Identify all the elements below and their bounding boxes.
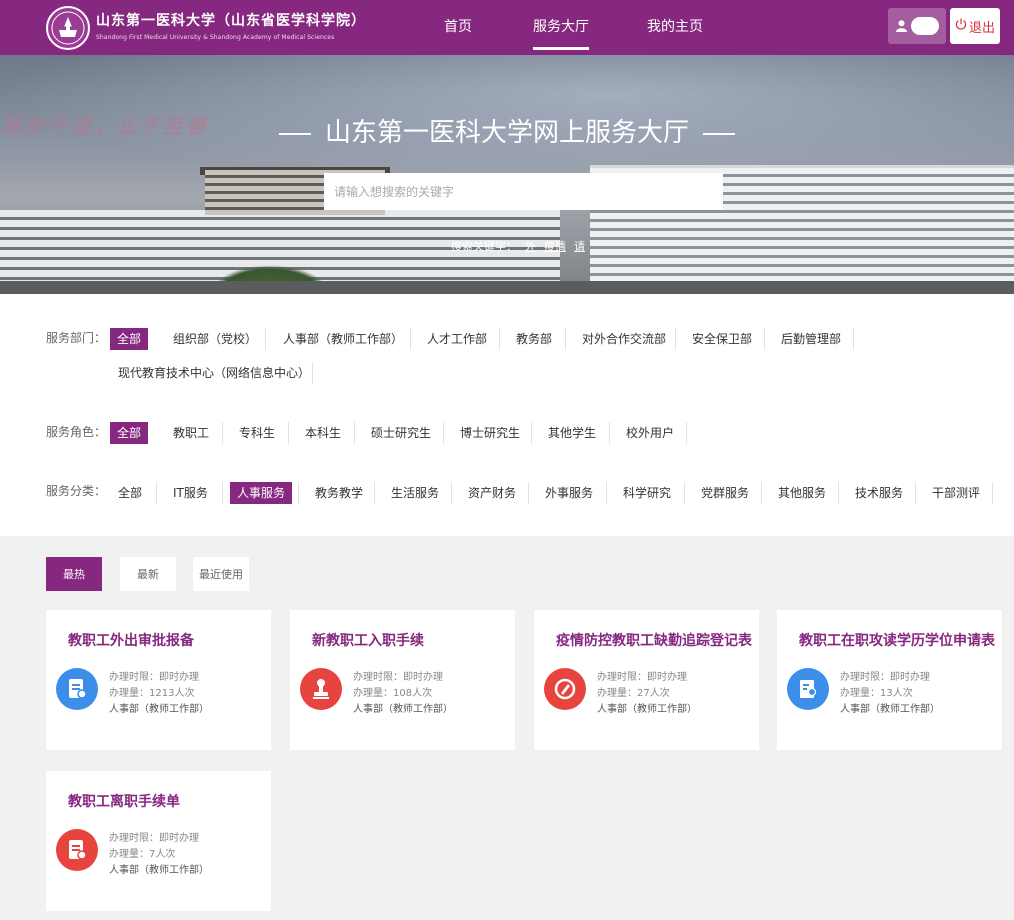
sort-tab-recent[interactable]: 最近使用 (193, 557, 249, 591)
sort-tab-newest[interactable]: 最新 (120, 557, 176, 591)
logout-button[interactable]: 退出 (950, 8, 1000, 44)
user-button[interactable] (888, 8, 946, 44)
role-option[interactable]: 博士研究生 (460, 422, 520, 444)
role-option[interactable]: 教职工 (173, 422, 209, 444)
role-option[interactable]: 专科生 (239, 422, 275, 444)
role-option[interactable]: 全部 (110, 422, 149, 444)
department-filter-label: 服务部门： (46, 331, 107, 345)
role-option[interactable]: 硕士研究生 (371, 422, 431, 444)
category-option[interactable]: 科学研究 (623, 482, 671, 504)
stamp-icon (300, 668, 342, 710)
department-option[interactable]: 现代教育技术中心（网络信息中心） (118, 362, 310, 384)
top-header: 山东第一医科大学（山东省医学科学院） Shandong First Medica… (0, 0, 1014, 55)
power-icon (955, 18, 967, 34)
service-card[interactable]: 教职工离职手续单 办理时限：即时办理 办理量：7人次 人事部（教师工作部） (46, 771, 271, 911)
department-option[interactable]: 全部 (110, 328, 149, 350)
role-filter-label: 服务角色： (46, 425, 107, 439)
category-option[interactable]: 生活服务 (391, 482, 439, 504)
category-option[interactable]: 外事服务 (545, 482, 593, 504)
category-option[interactable]: 教务教学 (315, 482, 363, 504)
nav-my-home[interactable]: 我的主页 (647, 16, 703, 36)
logout-label: 退出 (968, 20, 995, 36)
card-meta: 办理时限：即时办理 办理量：108人次 人事部（教师工作部） (353, 672, 453, 715)
card-meta: 办理时限：即时办理 办理量：27人次 人事部（教师工作部） (597, 672, 697, 715)
nav-service-hall[interactable]: 服务大厅 (533, 16, 589, 50)
search-keywords: 搜索关键字： 外疫情请 (451, 238, 585, 254)
sort-tab-hottest[interactable]: 最热 (46, 557, 102, 591)
role-option[interactable]: 校外用户 (626, 422, 674, 444)
card-meta: 办理时限：即时办理 办理量：1213人次 人事部（教师工作部） (109, 672, 209, 715)
keyword-link[interactable]: 疫情 (544, 240, 566, 253)
role-option[interactable]: 其他学生 (548, 422, 596, 444)
document-edit-icon (56, 829, 98, 871)
card-meta: 办理时限：即时办理 办理量：13人次 人事部（教师工作部） (840, 672, 940, 715)
department-option[interactable]: 人才工作部 (427, 328, 487, 350)
category-option[interactable]: 资产财务 (468, 482, 516, 504)
card-meta: 办理时限：即时办理 办理量：7人次 人事部（教师工作部） (109, 833, 209, 876)
card-title: 新教职工入职手续 (312, 633, 424, 649)
certificate-icon (787, 668, 829, 710)
brand-name-cn: 山东第一医科大学（山东省医学科学院） (96, 13, 366, 29)
department-option[interactable]: 安全保卫部 (692, 328, 752, 350)
card-title: 教职工离职手续单 (68, 794, 180, 810)
service-card[interactable]: 疫情防控教职工缺勤追踪登记表 办理时限：即时办理 办理量：27人次 人事部（教师… (534, 610, 759, 750)
hero-banner: 路步千里，止于至善 山东第一医科大学网上服务大厅 搜索关键字：外疫情请 (0, 55, 1014, 294)
keyword-link[interactable]: 请 (574, 240, 585, 253)
department-option[interactable]: 教务部 (516, 328, 552, 350)
category-option[interactable]: 其他服务 (778, 482, 826, 504)
filter-panel: 服务部门： 全部 组织部（党校） 人事部（教师工作部） 人才工作部 教务部 对外… (0, 294, 1014, 536)
category-option[interactable]: 技术服务 (855, 482, 903, 504)
service-card[interactable]: 教职工外出审批报备 办理时限：即时办理 办理量：1213人次 人事部（教师工作部… (46, 610, 271, 750)
search-input[interactable] (324, 173, 723, 210)
department-option[interactable]: 对外合作交流部 (582, 328, 666, 350)
category-option[interactable]: 人事服务 (230, 482, 293, 504)
keyword-link[interactable]: 外 (525, 240, 536, 253)
department-option[interactable]: 人事部（教师工作部） (283, 328, 403, 350)
category-option[interactable]: 党群服务 (701, 482, 749, 504)
category-option[interactable]: 干部测评 (932, 482, 980, 504)
category-option[interactable]: 全部 (118, 482, 142, 504)
user-icon (895, 17, 907, 36)
brand-name-en: Shandong First Medical University & Shan… (96, 34, 335, 41)
department-option[interactable]: 后勤管理部 (781, 328, 841, 350)
keywords-label: 搜索关键字： (451, 240, 517, 253)
card-title: 教职工在职攻读学历学位申请表 (799, 633, 995, 649)
pen-icon (544, 668, 586, 710)
brand[interactable]: 山东第一医科大学（山东省医学科学院） Shandong First Medica… (96, 10, 366, 41)
service-card[interactable]: 教职工在职攻读学历学位申请表 办理时限：即时办理 办理量：13人次 人事部（教师… (777, 610, 1002, 750)
university-logo-icon[interactable] (46, 6, 90, 50)
card-title: 教职工外出审批报备 (68, 633, 194, 649)
category-filter-label: 服务分类： (46, 484, 107, 498)
role-option[interactable]: 本科生 (305, 422, 341, 444)
card-title: 疫情防控教职工缺勤追踪登记表 (556, 633, 752, 649)
service-card[interactable]: 新教职工入职手续 办理时限：即时办理 办理量：108人次 人事部（教师工作部） (290, 610, 515, 750)
user-name-redacted (910, 17, 939, 35)
document-edit-icon (56, 668, 98, 710)
department-option[interactable]: 组织部（党校） (173, 328, 257, 350)
banner-title: 山东第一医科大学网上服务大厅 (0, 112, 1014, 149)
nav-home[interactable]: 首页 (444, 16, 472, 36)
category-option[interactable]: IT服务 (173, 482, 208, 504)
